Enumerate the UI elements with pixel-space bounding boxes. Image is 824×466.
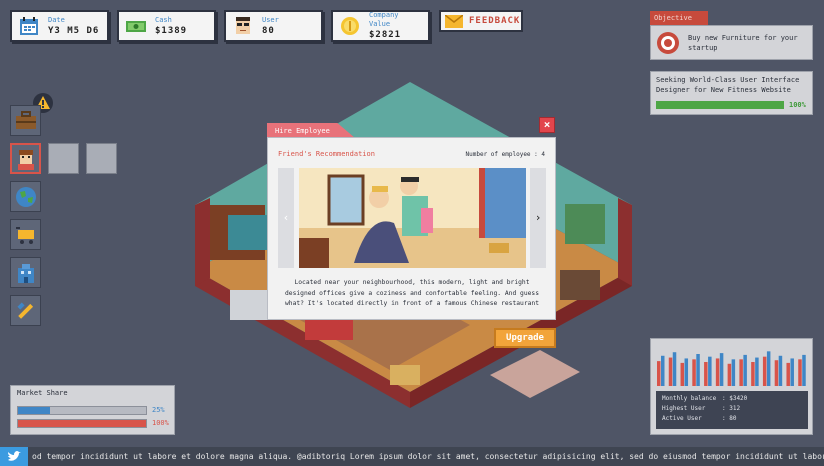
upgrade-button[interactable]: Upgrade <box>494 328 556 348</box>
building-icon <box>17 263 34 283</box>
stats-chart-bar <box>778 355 783 386</box>
objective-card-1[interactable]: Buy new Furniture for your startup <box>650 25 813 60</box>
stats-table: Monthly balance : $3420 Highest User : 312… <box>656 391 808 429</box>
stats-label: Monthly balance <box>662 395 717 402</box>
stats-chart-bar <box>684 358 689 386</box>
stats-chart-bar <box>708 356 712 386</box>
objective-card-2[interactable]: Seeking World-Class User Interface Desig… <box>650 71 813 115</box>
stats-label: Active User <box>662 415 702 422</box>
empty-employee-slot-2[interactable] <box>86 143 117 174</box>
twitter-button[interactable] <box>0 447 28 466</box>
stats-chart-bar <box>739 359 743 386</box>
corkboard <box>565 204 605 244</box>
stats-chart-bar <box>755 357 759 386</box>
stats-value: : 80 <box>722 415 737 422</box>
stats-chart-bar <box>692 359 696 386</box>
stats-chart-bar <box>668 357 673 386</box>
stats-value: : $3420 <box>722 395 748 402</box>
stats-chart-bar <box>743 354 747 386</box>
objective-progress-label: 100% <box>789 101 806 109</box>
objective-progress-bar <box>656 101 784 109</box>
carousel-prev-button[interactable]: ‹ <box>278 168 294 268</box>
sidebar-item-globe[interactable] <box>10 181 41 212</box>
market-share-pct-1: 25% <box>152 406 165 414</box>
carousel-next-button[interactable]: › <box>530 168 546 268</box>
sidebar-item-shop[interactable] <box>10 219 41 250</box>
room-right-side-wall <box>618 198 632 286</box>
stats-row: Active User : 80 <box>662 414 802 424</box>
modal-title: Friend's Recommendation <box>278 150 375 158</box>
objective-progress-fill <box>656 101 784 109</box>
sidebar-item-building[interactable] <box>10 257 41 288</box>
objective-text-2: Seeking World-Class User Interface Desig… <box>656 76 800 94</box>
stats-chart-bar <box>790 358 794 386</box>
stats-chart-bar <box>798 359 802 386</box>
stats-row: Monthly balance : $3420 <box>662 394 802 404</box>
stats-chart-bar <box>661 355 665 386</box>
red-sofa <box>305 318 353 340</box>
sidebar-item-settings[interactable] <box>10 295 41 326</box>
room-left-side-wall <box>195 198 210 286</box>
objective-tab: Objective <box>650 11 708 25</box>
twitter-icon <box>8 450 21 461</box>
stats-row: Highest User : 312 <box>662 404 802 414</box>
stats-label: Highest User <box>662 405 706 412</box>
shopping-cart-icon <box>15 226 34 244</box>
objective-text-1: Buy new Furniture for your startup <box>688 33 798 52</box>
stats-chart-bar <box>802 354 806 386</box>
employee-avatar-icon <box>17 149 34 170</box>
stats-chart-bar <box>672 352 677 386</box>
market-share-fill-2 <box>18 420 146 427</box>
globe-icon <box>15 186 36 207</box>
market-share-title: Market Share <box>17 389 68 397</box>
sidebar-item-employee[interactable] <box>10 143 41 174</box>
office-preview-image <box>299 168 526 268</box>
stats-chart-bar <box>766 351 771 386</box>
stats-chart-bar <box>719 353 724 386</box>
ticker-text: od tempor incididunt ut labore et dolore… <box>32 452 824 461</box>
stats-chart-bar <box>704 362 708 386</box>
stats-chart-bar <box>657 361 661 386</box>
close-button[interactable]: × <box>539 117 555 133</box>
hire-employee-dialog: Friend's Recommendation Number of employ… <box>267 137 556 320</box>
news-ticker: od tempor incididunt ut labore et dolore… <box>0 447 824 466</box>
sidebar-item-briefcase[interactable] <box>10 105 41 136</box>
stats-chart-bar <box>680 362 685 386</box>
stats-chart-bar <box>696 354 700 386</box>
stats-chart-bar <box>774 360 779 386</box>
stats-chart-bar <box>762 356 767 386</box>
stats-bar-chart <box>657 351 806 386</box>
market-share-fill-1 <box>18 407 50 414</box>
employee-count: Number of employee : 4 <box>465 151 545 158</box>
checker-mat <box>490 350 580 398</box>
wrench-icon <box>17 302 33 319</box>
empty-employee-slot-1[interactable] <box>48 143 79 174</box>
stats-chart-bar <box>751 362 755 386</box>
stats-chart-bar <box>727 363 732 386</box>
stats-chart-bar <box>731 359 736 386</box>
market-share-bar-1 <box>17 406 147 415</box>
market-share-pct-2: 100% <box>152 419 169 427</box>
office-description: Located near your neighbourhood, this mo… <box>284 279 539 307</box>
round-table <box>390 365 420 385</box>
briefcase-icon <box>15 110 36 129</box>
target-icon <box>657 31 679 54</box>
market-share-panel: Market Share 25% 100% <box>10 385 175 435</box>
market-share-bar-2 <box>17 419 147 428</box>
stats-chart-bar <box>715 358 720 386</box>
desk-right <box>560 270 600 300</box>
stats-panel: Monthly balance : $3420 Highest User : 312… <box>650 338 813 435</box>
stats-chart-bar <box>786 362 790 386</box>
window-left <box>228 215 268 250</box>
stats-value: : 312 <box>722 405 741 412</box>
